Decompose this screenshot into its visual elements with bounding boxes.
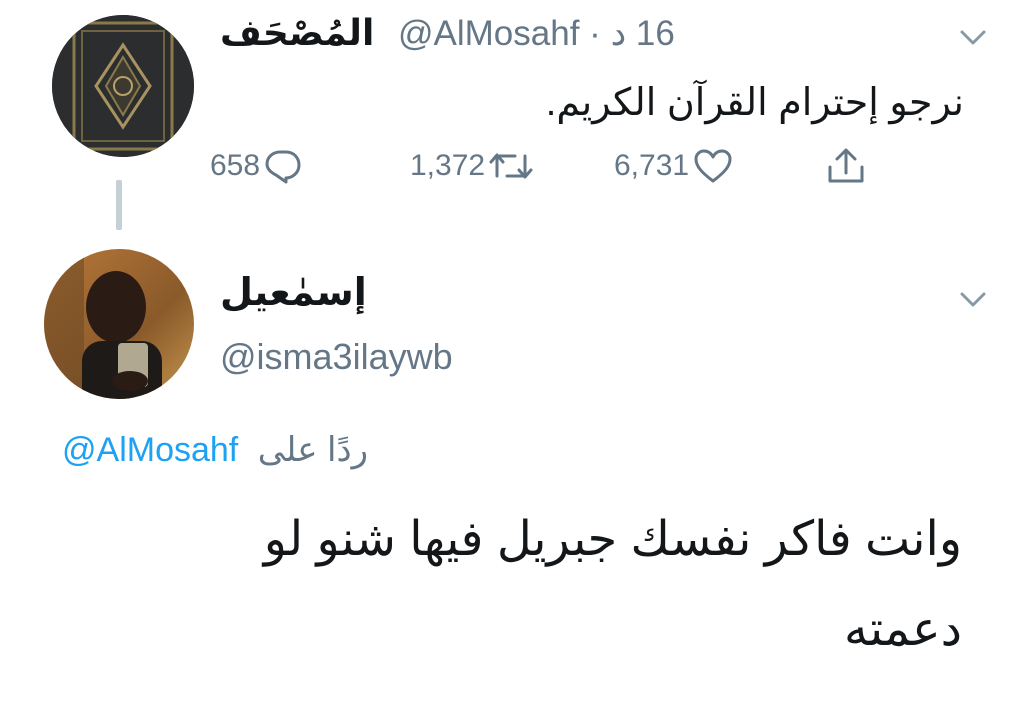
tweet-text: نرجو إحترام القرآن الكريم. [545,82,964,124]
like-count: 6,731 [614,149,690,182]
avatar-almosahf[interactable] [52,15,194,157]
reply-count: 658 [210,149,261,182]
replying-to: @AlMosahf ردًا على [62,430,368,470]
like-button[interactable]: 6,731 [614,146,733,186]
tweet-text-line-2: دعمته [844,603,962,656]
handle-almosahf[interactable]: @AlMosahf [398,14,579,53]
retweet-count: 1,372 [410,149,486,182]
tweet-meta: @AlMosahf · 16 د [398,14,675,54]
share-button[interactable] [826,146,866,186]
display-name-isma3ilaywb[interactable]: إسمٰعيل [220,270,400,315]
reply-icon [264,148,302,184]
chevron-down-icon[interactable] [958,284,988,314]
replying-to-label: ردًا على [257,431,369,469]
display-name-almosahf[interactable]: المُصْحَف [220,12,374,54]
tweet-text-line-1: وانت فاكر نفسك جبريل فيها شنو لو [263,513,962,566]
tweet-time[interactable]: 16 د [611,14,675,53]
avatar-isma3ilaywb[interactable] [44,249,194,399]
retweet-icon [487,148,535,184]
meta-separator: · [589,14,601,53]
reply-button[interactable]: 658 [210,146,302,186]
thread-line [116,180,122,230]
share-icon [826,147,866,185]
chevron-down-icon[interactable] [958,22,988,52]
like-icon [693,148,733,184]
replying-to-handle[interactable]: @AlMosahf [62,431,238,469]
retweet-button[interactable]: 1,372 [410,146,535,186]
handle-isma3ilaywb[interactable]: @isma3ilaywb [220,336,453,378]
